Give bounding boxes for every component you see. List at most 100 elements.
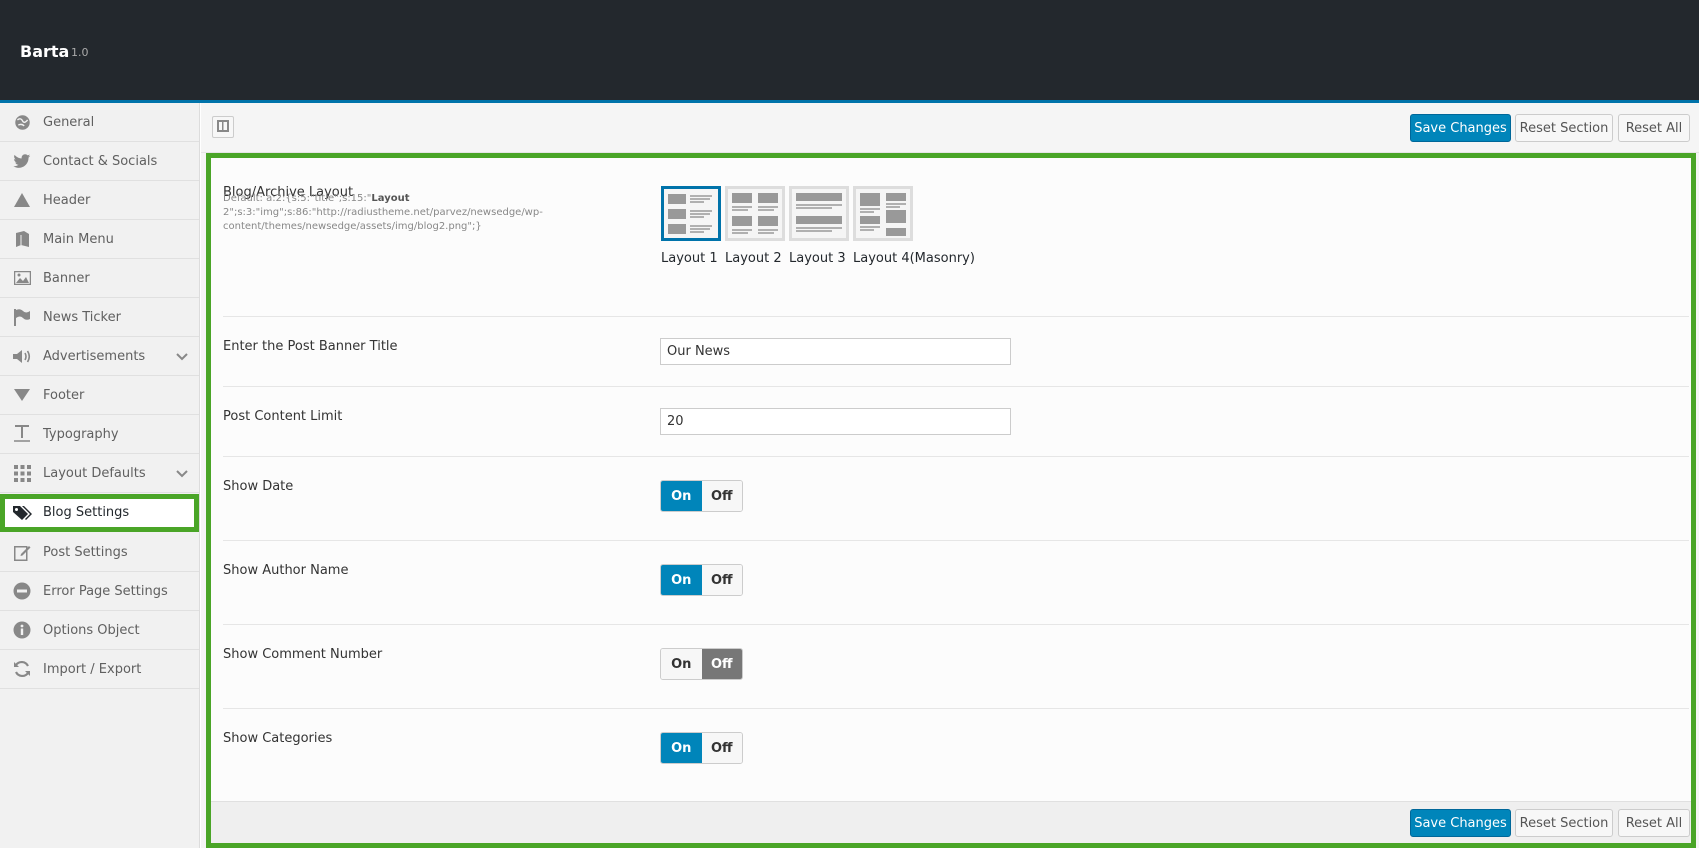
show-date-on[interactable]: On xyxy=(661,481,702,511)
save-button[interactable]: Save Changes xyxy=(1410,114,1511,142)
desc-bold: Layout xyxy=(371,193,410,204)
minus-circle-icon xyxy=(12,582,32,600)
sidebar-item-label: General xyxy=(43,114,95,130)
sidebar-item-footer[interactable]: Footer xyxy=(0,376,199,415)
reset-section-button[interactable]: Reset Section xyxy=(1515,114,1613,142)
twitter-icon xyxy=(12,152,32,170)
layout-4-label[interactable]: Layout 4(Masonry) xyxy=(853,251,975,266)
sidebar-item-label: Footer xyxy=(43,387,85,403)
setting-row-banner-title: Enter the Post Banner Title xyxy=(223,317,1689,387)
sidebar-item-label: Import / Export xyxy=(43,661,142,677)
edit-icon xyxy=(12,543,32,561)
sidebar-item-header[interactable]: Header xyxy=(0,181,199,220)
grid-icon xyxy=(12,464,32,482)
megaphone-icon xyxy=(12,347,32,365)
globe-icon xyxy=(12,113,32,131)
sidebar-item-blog-settings[interactable]: Blog Settings xyxy=(0,494,199,532)
sidebar-item-advertisements[interactable]: Advertisements xyxy=(0,337,199,376)
sidebar-item-contact-socials[interactable]: Contact & Socials xyxy=(0,142,199,181)
layout-2-label[interactable]: Layout 2 xyxy=(725,251,782,266)
sidebar-item-label: Typography xyxy=(43,426,119,442)
sidebar-item-label: Header xyxy=(43,192,91,208)
settings-panel: Blog/Archive Layout Default: a:2:{s:5:"t… xyxy=(206,153,1696,848)
reset-all-button[interactable]: Reset All xyxy=(1618,114,1690,142)
show-author-switch: On Off xyxy=(660,564,743,596)
sidebar-item-typography[interactable]: Typography xyxy=(0,415,199,454)
content-limit-input[interactable] xyxy=(660,408,1011,435)
sidebar-item-import-export[interactable]: Import / Export xyxy=(0,650,199,689)
sidebar-item-label: Banner xyxy=(43,270,90,286)
sidebar-item-label: Options Object xyxy=(43,622,140,638)
setting-row-show-comments: Show Comment Number On Off xyxy=(223,625,1689,709)
reset-all-button-bottom[interactable]: Reset All xyxy=(1618,809,1690,837)
show-date-switch: On Off xyxy=(660,480,743,512)
show-author-off[interactable]: Off xyxy=(701,565,742,595)
book-icon xyxy=(12,230,32,248)
sidebar-item-general[interactable]: General xyxy=(0,103,199,142)
setting-title: Show Date xyxy=(223,479,294,494)
sidebar-item-label: Post Settings xyxy=(43,544,128,560)
info-icon xyxy=(12,621,32,639)
expand-options-button[interactable] xyxy=(212,116,234,138)
desc-rest: 2";s:3:"img";s:86:"http://radiustheme.ne… xyxy=(223,207,543,232)
sidebar-item-post-settings[interactable]: Post Settings xyxy=(0,533,199,572)
sidebar-item-label: Blog Settings xyxy=(43,505,130,520)
refresh-icon xyxy=(12,660,32,678)
desc-prefix: Default: a:2:{s:5:"title";s:15:" xyxy=(223,193,372,204)
banner-title-input[interactable] xyxy=(660,338,1011,365)
sidebar-item-layout-defaults[interactable]: Layout Defaults xyxy=(0,454,199,493)
setting-row-blog-layout: Blog/Archive Layout Default: a:2:{s:5:"t… xyxy=(223,158,1689,317)
sidebar-item-label: News Ticker xyxy=(43,309,121,325)
setting-title: Enter the Post Banner Title xyxy=(223,339,398,354)
setting-title: Post Content Limit xyxy=(223,409,343,424)
setting-title: Show Categories xyxy=(223,731,333,746)
triangle-icon xyxy=(12,191,32,209)
layout-4-thumbnail[interactable] xyxy=(853,186,913,241)
show-date-off[interactable]: Off xyxy=(701,481,742,511)
sidebar-item-label: Advertisements xyxy=(43,348,146,364)
layout-2-thumbnail[interactable] xyxy=(725,186,785,241)
image-icon xyxy=(12,269,32,287)
show-categories-on[interactable]: On xyxy=(661,733,702,763)
show-categories-off[interactable]: Off xyxy=(701,733,742,763)
sidebar-item-news-ticker[interactable]: News Ticker xyxy=(0,298,199,337)
chevron-down-icon[interactable] xyxy=(176,350,188,365)
setting-row-show-author: Show Author Name On Off xyxy=(223,541,1689,625)
bottom-toolbar: Save Changes Reset Section Reset All xyxy=(211,801,1691,843)
sidebar-item-label: Contact & Socials xyxy=(43,153,158,169)
app-version: 1.0 xyxy=(71,46,89,59)
layout-3-label[interactable]: Layout 3 xyxy=(789,251,846,266)
sidebar-item-label: Layout Defaults xyxy=(43,465,146,481)
setting-title: Show Author Name xyxy=(223,563,349,578)
layout-1-label[interactable]: Layout 1 xyxy=(661,251,718,266)
chevron-down-icon[interactable] xyxy=(176,467,188,482)
sidebar-item-label: Main Menu xyxy=(43,231,114,247)
save-button-bottom[interactable]: Save Changes xyxy=(1410,809,1511,837)
show-categories-switch: On Off xyxy=(660,732,743,764)
show-comments-on[interactable]: On xyxy=(661,649,702,679)
app-title: Barta xyxy=(20,42,70,61)
setting-description: Default: a:2:{s:5:"title";s:15:"Layout 2… xyxy=(223,192,553,234)
sidebar-item-banner[interactable]: Banner xyxy=(0,259,199,298)
sidebar-item-options-object[interactable]: Options Object xyxy=(0,611,199,650)
setting-title: Show Comment Number xyxy=(223,647,383,662)
show-comments-switch: On Off xyxy=(660,648,743,680)
flag-icon xyxy=(12,308,32,326)
text-icon xyxy=(12,425,32,443)
sidebar-item-error-page-settings[interactable]: Error Page Settings xyxy=(0,572,199,611)
sidebar: General Contact & Socials Header Main Me… xyxy=(0,103,200,848)
setting-row-content-limit: Post Content Limit xyxy=(223,387,1689,457)
caret-down-icon xyxy=(12,386,32,404)
admin-topbar: Barta 1.0 xyxy=(0,0,1699,103)
top-toolbar: Save Changes Reset Section Reset All xyxy=(201,103,1699,153)
main-content: Save Changes Reset Section Reset All Blo… xyxy=(201,103,1699,848)
layout-1-thumbnail[interactable] xyxy=(661,186,721,241)
setting-row-show-date: Show Date On Off xyxy=(223,457,1689,541)
setting-row-show-categories: Show Categories On Off xyxy=(223,709,1689,793)
sidebar-item-label: Error Page Settings xyxy=(43,583,168,599)
layout-3-thumbnail[interactable] xyxy=(789,186,849,241)
sidebar-item-main-menu[interactable]: Main Menu xyxy=(0,220,199,259)
reset-section-button-bottom[interactable]: Reset Section xyxy=(1515,809,1613,837)
show-author-on[interactable]: On xyxy=(661,565,702,595)
show-comments-off[interactable]: Off xyxy=(701,649,742,679)
